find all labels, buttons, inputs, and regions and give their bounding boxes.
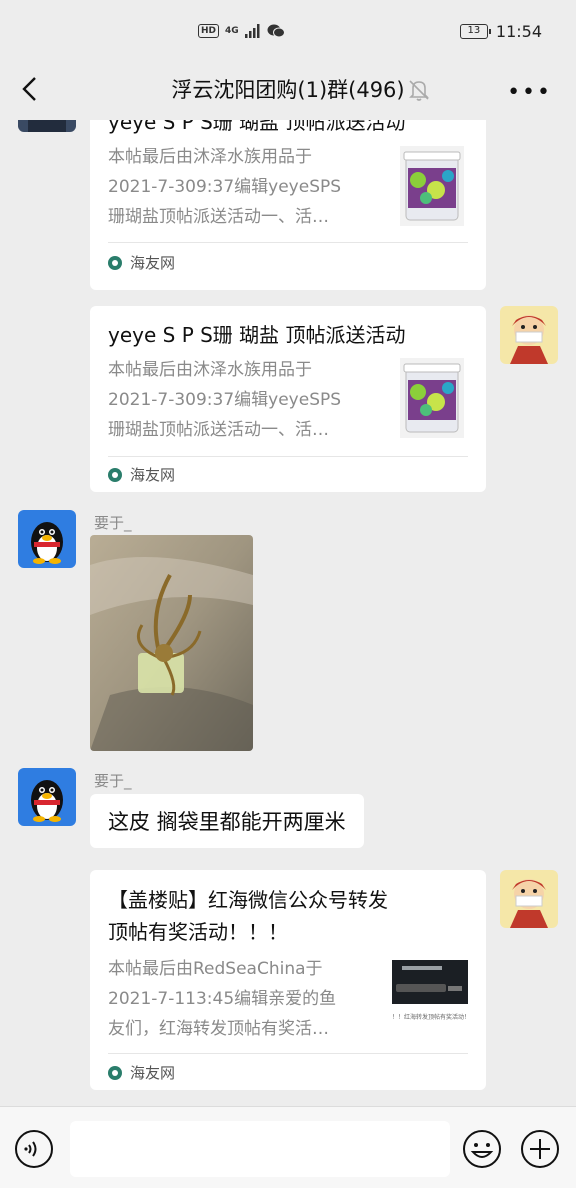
bucket-thumbnail xyxy=(400,358,464,438)
card-source: 海友网 xyxy=(108,1062,175,1083)
status-icons: HD 4G xyxy=(198,24,285,38)
card-desc-line: 2021-7-309:37编辑yeyeSPS xyxy=(108,177,342,197)
avatar[interactable] xyxy=(18,120,76,132)
voice-icon[interactable] xyxy=(14,1129,54,1169)
more-icon[interactable]: ••• xyxy=(507,80,552,105)
hd-badge: HD xyxy=(198,24,220,38)
title-bar: 浮云沈阳团购(1)群(496) ••• xyxy=(0,60,576,120)
card-desc-line: 2021-7-113:45编辑亲爱的鱼 xyxy=(108,989,337,1009)
bucket-thumbnail xyxy=(400,146,464,226)
signal-icon xyxy=(244,24,260,38)
avatar[interactable] xyxy=(500,870,558,928)
card-desc-line: 本帖最后由RedSeaChina于 xyxy=(108,959,323,979)
thumb-caption: ！！红海转发顶帖有奖活动！ xyxy=(392,1014,468,1021)
card-desc-line: 本帖最后由沐泽水族用品于 xyxy=(108,360,312,380)
card-divider xyxy=(108,242,468,243)
promo-banner-image xyxy=(392,960,468,1004)
battery-icon: 13 xyxy=(459,24,491,39)
card-divider xyxy=(108,456,468,457)
sender-name: 要于_ xyxy=(94,514,132,532)
card-desc-line: 珊瑚盐顶帖派送活动一、活… xyxy=(108,420,329,440)
source-label: 海友网 xyxy=(130,254,176,272)
avatar[interactable] xyxy=(18,768,76,826)
card-source: 海友网 xyxy=(108,252,175,273)
message-input[interactable] xyxy=(70,1121,450,1177)
source-label: 海友网 xyxy=(130,466,176,484)
chat-title: 浮云沈阳团购(1)群(496) xyxy=(171,78,405,102)
card-source: 海友网 xyxy=(108,464,175,485)
avatar[interactable] xyxy=(18,510,76,568)
source-logo-icon xyxy=(108,255,122,270)
source-logo-icon xyxy=(108,1065,122,1080)
card-title-line: 顶帖有奖活动！！！ xyxy=(108,920,288,944)
link-card[interactable]: yeye S P S珊 瑚盐 顶帖派送活动 本帖最后由沐泽水族用品于 2021-… xyxy=(90,306,486,492)
plus-icon[interactable] xyxy=(520,1129,560,1169)
status-bar: HD 4G 13 11:54 xyxy=(0,0,576,66)
sender-name: 要于_ xyxy=(94,772,132,790)
text-bubble[interactable]: 这皮 搁袋里都能开两厘米 xyxy=(90,794,364,848)
emoji-icon[interactable] xyxy=(462,1129,502,1169)
wechat-icon xyxy=(267,24,285,38)
card-divider xyxy=(108,1053,468,1054)
card-desc-line: 友们，红海转发顶帖有奖活… xyxy=(108,1019,329,1039)
card-desc-line: 2021-7-309:37编辑yeyeSPS xyxy=(108,390,342,410)
message-list[interactable]: yeye S P S珊 瑚盐 顶帖派送活动 本帖最后由沐泽水族用品于 2021-… xyxy=(0,120,576,1106)
card-title-line: 【盖楼贴】红海微信公众号转发 xyxy=(108,888,388,912)
link-card[interactable]: 【盖楼贴】红海微信公众号转发 顶帖有奖活动！！！ 本帖最后由RedSeaChin… xyxy=(90,870,486,1090)
card-desc-line: 珊瑚盐顶帖派送活动一、活… xyxy=(108,207,329,227)
mute-bell-icon xyxy=(406,78,432,102)
link-card[interactable]: yeye S P S珊 瑚盐 顶帖派送活动 本帖最后由沐泽水族用品于 2021-… xyxy=(90,120,486,290)
source-logo-icon xyxy=(108,467,122,482)
status-right: 13 11:54 xyxy=(459,22,542,41)
card-desc-line: 本帖最后由沐泽水族用品于 xyxy=(108,147,312,167)
clock: 11:54 xyxy=(495,22,542,41)
card-title: yeye S P S珊 瑚盐 顶帖派送活动 xyxy=(108,323,406,347)
promo-thumbnail: ！！红海转发顶帖有奖活动！ xyxy=(392,960,468,1022)
input-bar xyxy=(0,1106,576,1188)
card-title: yeye S P S珊 瑚盐 顶帖派送活动 xyxy=(108,120,406,134)
source-label: 海友网 xyxy=(130,1064,176,1082)
shared-photo[interactable] xyxy=(90,535,253,751)
network-label: 4G xyxy=(225,26,239,36)
avatar[interactable] xyxy=(500,306,558,364)
